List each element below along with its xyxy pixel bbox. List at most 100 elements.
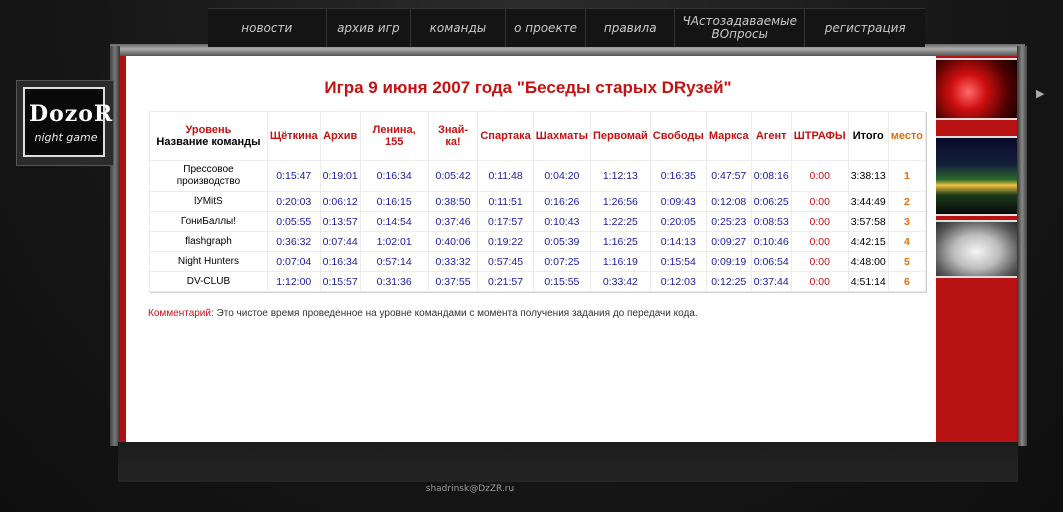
frame-right	[1017, 46, 1027, 446]
header-place: место	[887, 111, 927, 161]
header-level: Щёткина	[266, 111, 321, 161]
sidebar-image-night-city[interactable]	[936, 136, 1017, 216]
time-cell: 0:47:57	[705, 160, 752, 192]
time-cell: 0:37:55	[427, 271, 479, 292]
time-cell: 0:31:36	[359, 271, 429, 292]
time-cell: 0:07:04	[266, 251, 321, 272]
table-header-row: Уровень Название команды Щёткина Архив Л…	[149, 111, 927, 161]
place-cell: 6	[887, 271, 927, 292]
time-cell: 0:04:20	[532, 160, 591, 192]
header-level: Знай-ка!	[427, 111, 479, 161]
top-nav: новости архив игр команды о проекте прав…	[208, 8, 925, 47]
team-name-cell: Night Hunters	[149, 251, 268, 272]
comment: Комментарий: Это чистое время проведенно…	[148, 308, 698, 319]
time-cell: 0:19:01	[319, 160, 361, 192]
time-cell: 1:16:19	[589, 251, 651, 272]
sidebar-image-white-car[interactable]	[936, 220, 1017, 278]
time-cell: 0:57:14	[359, 251, 429, 272]
time-cell: 0:06:25	[750, 191, 792, 212]
logo-box: DozoR night game	[23, 87, 114, 157]
logo-title: DozoR	[29, 101, 114, 127]
time-cell: 0:15:54	[649, 251, 707, 272]
time-cell: 0:16:35	[649, 160, 707, 192]
time-cell: 0:06:12	[319, 191, 361, 212]
total-cell: 3:38:13	[847, 160, 889, 192]
header-level-label: Уровень	[185, 124, 232, 136]
time-cell: 0:36:32	[266, 231, 321, 252]
header-level-team: Уровень Название команды	[149, 111, 268, 161]
total-cell: 3:57:58	[847, 211, 889, 232]
table-row: Night Hunters 0:07:04 0:16:34 0:57:14 0:33:3…	[149, 251, 927, 272]
time-cell: 0:15:55	[532, 271, 591, 292]
table-row: DV-CLUB 1:12:00 0:15:57 0:31:36 0:37:55 0:21:…	[149, 271, 927, 292]
table-row: lУМitS 0:20:03 0:06:12 0:16:15 0:38:50 0:11:5…	[149, 191, 927, 212]
team-name-cell: Прессовое производство	[149, 160, 268, 192]
place-cell: 4	[887, 231, 927, 252]
team-name-cell: DV-CLUB	[149, 271, 268, 292]
time-cell: 0:05:39	[532, 231, 591, 252]
time-cell: 0:05:42	[427, 160, 479, 192]
nav-about[interactable]: о проекте	[506, 9, 587, 47]
results-body: Прессовое производство 0:15:47 0:19:01 0:16…	[149, 160, 927, 292]
time-cell: 0:21:57	[477, 271, 534, 292]
nav-rules[interactable]: правила	[586, 9, 676, 47]
time-cell: 0:20:05	[649, 211, 707, 232]
results-table: Уровень Название команды Щёткина Архив Л…	[149, 111, 927, 292]
time-cell: 0:20:03	[266, 191, 321, 212]
comment-label: Комментарий:	[148, 308, 214, 319]
time-cell: 0:09:27	[705, 231, 752, 252]
nav-archive[interactable]: архив игр	[327, 9, 412, 47]
header-fines: ШТРАФЫ	[790, 111, 849, 161]
time-cell: 0:16:34	[359, 160, 429, 192]
header-level: Агент	[750, 111, 792, 161]
time-cell: 0:25:23	[705, 211, 752, 232]
time-cell: 1:12:00	[266, 271, 321, 292]
total-cell: 3:44:49	[847, 191, 889, 212]
time-cell: 0:19:22	[477, 231, 534, 252]
time-cell: 0:16:26	[532, 191, 591, 212]
nav-teams[interactable]: команды	[411, 9, 506, 47]
time-cell: 0:09:19	[705, 251, 752, 272]
time-cell: 0:33:32	[427, 251, 479, 272]
time-cell: 0:12:03	[649, 271, 707, 292]
time-cell: 0:16:15	[359, 191, 429, 212]
header-level: Спартака	[477, 111, 534, 161]
logo-subtitle: night game	[34, 131, 98, 144]
time-cell: 0:16:34	[319, 251, 361, 272]
time-cell: 0:37:46	[427, 211, 479, 232]
place-cell: 3	[887, 211, 927, 232]
time-cell: 0:08:53	[750, 211, 792, 232]
time-cell: 1:16:25	[589, 231, 651, 252]
time-cell: 0:13:57	[319, 211, 361, 232]
total-cell: 4:48:00	[847, 251, 889, 272]
header-level: Шахматы	[532, 111, 591, 161]
nav-faq[interactable]: ЧАстозадаваемые ВОпросы	[675, 9, 806, 47]
arrow-right-icon: ▶	[1036, 87, 1045, 100]
time-cell: 0:33:42	[589, 271, 651, 292]
time-cell: 0:12:25	[705, 271, 752, 292]
time-cell: 0:12:08	[705, 191, 752, 212]
frame-bottom	[118, 442, 1018, 482]
time-cell: 0:10:43	[532, 211, 591, 232]
time-cell: 1:26:56	[589, 191, 651, 212]
time-cell: 0:40:06	[427, 231, 479, 252]
footer-email[interactable]: shadrinsk@DzZR.ru	[0, 484, 940, 494]
fines-cell: 0:00	[790, 191, 849, 212]
time-cell: 0:11:48	[477, 160, 534, 192]
time-cell: 0:14:13	[649, 231, 707, 252]
nav-news[interactable]: новости	[208, 9, 327, 47]
place-cell: 5	[887, 251, 927, 272]
header-level: Архив	[319, 111, 361, 161]
team-name-cell: flashgraph	[149, 231, 268, 252]
nav-registration[interactable]: регистрация	[805, 9, 925, 47]
total-cell: 4:51:14	[847, 271, 889, 292]
time-cell: 0:14:54	[359, 211, 429, 232]
time-cell: 0:07:44	[319, 231, 361, 252]
header-team-label: Название команды	[156, 136, 261, 148]
site-logo[interactable]: DozoR night game	[16, 80, 114, 166]
sidebar-image-red-car[interactable]	[936, 58, 1017, 120]
fines-cell: 0:00	[790, 160, 849, 192]
page-title: Игра 9 июня 2007 года "Беседы старых DRу…	[324, 78, 732, 97]
time-cell: 0:17:57	[477, 211, 534, 232]
header-total: Итого	[847, 111, 889, 161]
